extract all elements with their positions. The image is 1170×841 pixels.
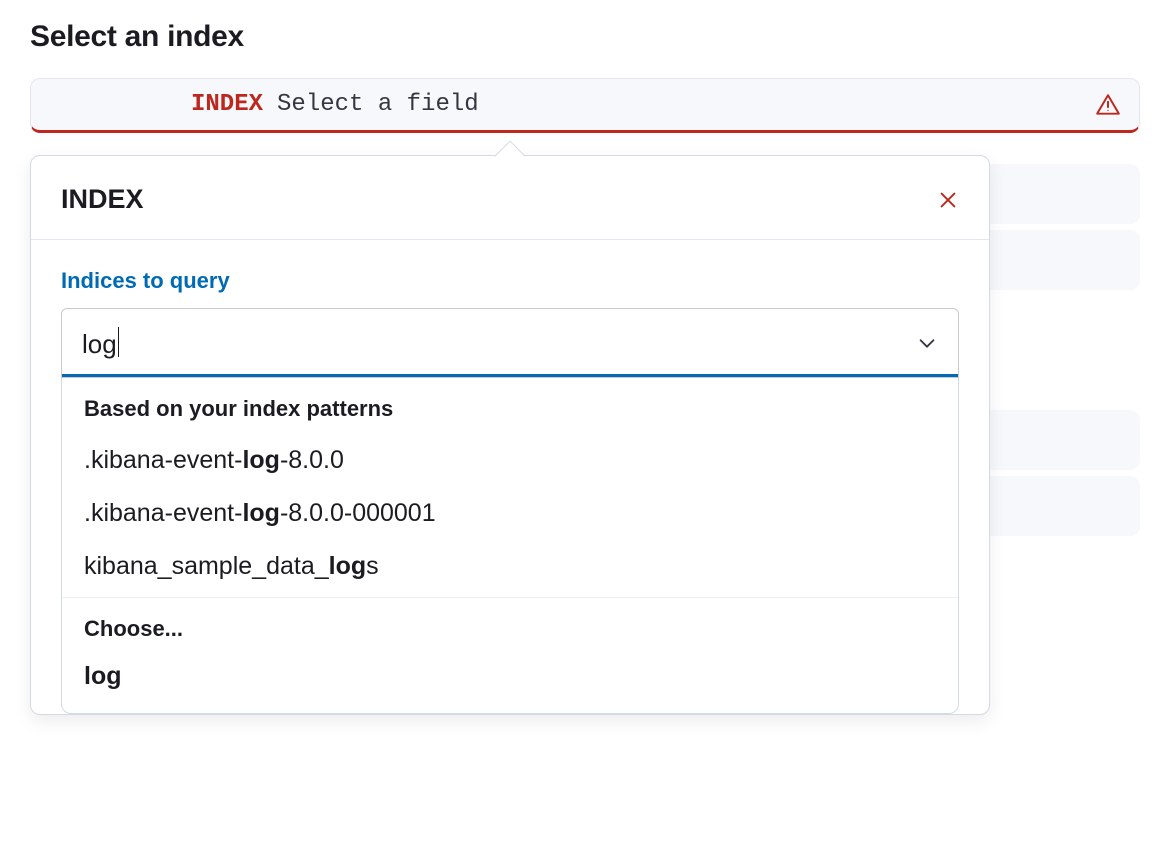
chevron-down-icon[interactable]: [916, 332, 938, 354]
query-placeholder: Select a field: [277, 91, 479, 118]
index-popup: INDEX Indices to query log: [30, 155, 990, 715]
index-option[interactable]: .kibana-event-log-8.0.0: [62, 434, 958, 487]
indices-combobox[interactable]: log: [61, 308, 959, 378]
free-text-option[interactable]: log: [62, 654, 958, 713]
close-icon[interactable]: [937, 189, 959, 211]
popup-title: INDEX: [61, 184, 144, 215]
combobox-text: log: [82, 329, 117, 359]
combobox-value: log: [82, 327, 119, 360]
option-pre: kibana_sample_data_: [84, 552, 329, 580]
option-group-header: Based on your index patterns: [62, 378, 958, 434]
option-match: log: [242, 446, 280, 474]
text-cursor: [118, 327, 119, 357]
option-match: log: [329, 552, 367, 580]
warning-icon: [1095, 92, 1121, 118]
field-label-indices: Indices to query: [61, 268, 959, 294]
option-pre: .kibana-event-: [84, 499, 242, 527]
option-post: s: [366, 552, 379, 580]
option-match: log: [242, 499, 280, 527]
options-list: Based on your index patterns .kibana-eve…: [61, 378, 959, 714]
query-bar[interactable]: INDEX Select a field: [30, 78, 1140, 133]
index-option[interactable]: kibana_sample_data_logs: [62, 540, 958, 593]
option-group-header: Choose...: [62, 598, 958, 654]
option-post: -8.0.0: [280, 446, 344, 474]
page-title: Select an index: [30, 20, 1140, 54]
option-pre: .kibana-event-: [84, 446, 242, 474]
query-keyword: INDEX: [191, 91, 263, 118]
option-post: -8.0.0-000001: [280, 499, 436, 527]
index-option[interactable]: .kibana-event-log-8.0.0-000001: [62, 487, 958, 540]
